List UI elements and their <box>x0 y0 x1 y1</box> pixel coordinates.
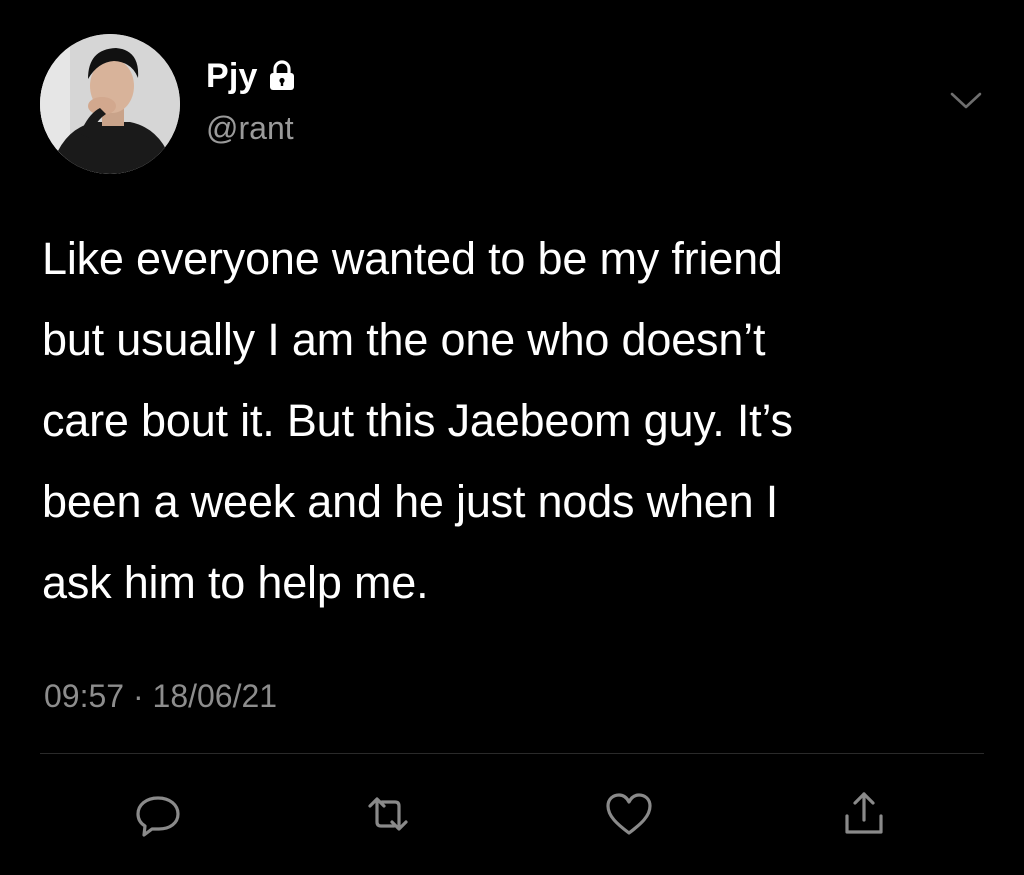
avatar-photo <box>40 34 180 174</box>
retweet-icon <box>368 797 408 831</box>
heart-icon <box>606 793 652 835</box>
tweet-actions <box>0 784 1024 844</box>
tweet-date: 18/06/21 <box>152 678 278 714</box>
tweet-time: 09:57 <box>44 678 125 714</box>
meta-separator: · <box>132 678 144 714</box>
tweet-text: Like everyone wanted to be my friend but… <box>42 233 793 608</box>
like-button[interactable] <box>599 784 659 844</box>
author-name-row: Pjy <box>206 54 296 98</box>
tweet-timestamp[interactable]: 09:57 · 18/06/21 <box>44 674 277 718</box>
lock-icon <box>268 60 296 92</box>
divider <box>40 753 984 754</box>
share-button[interactable] <box>834 784 894 844</box>
reply-button[interactable] <box>128 784 188 844</box>
avatar[interactable] <box>40 34 180 174</box>
tweet-card: Pjy @rant Like everyone wanted to be my … <box>0 0 1024 875</box>
share-icon <box>845 792 883 834</box>
retweet-button[interactable] <box>358 784 418 844</box>
author-handle[interactable]: @rant <box>206 106 294 150</box>
display-name[interactable]: Pjy <box>206 54 258 98</box>
chevron-down-icon[interactable] <box>944 86 988 116</box>
reply-icon <box>136 796 180 837</box>
